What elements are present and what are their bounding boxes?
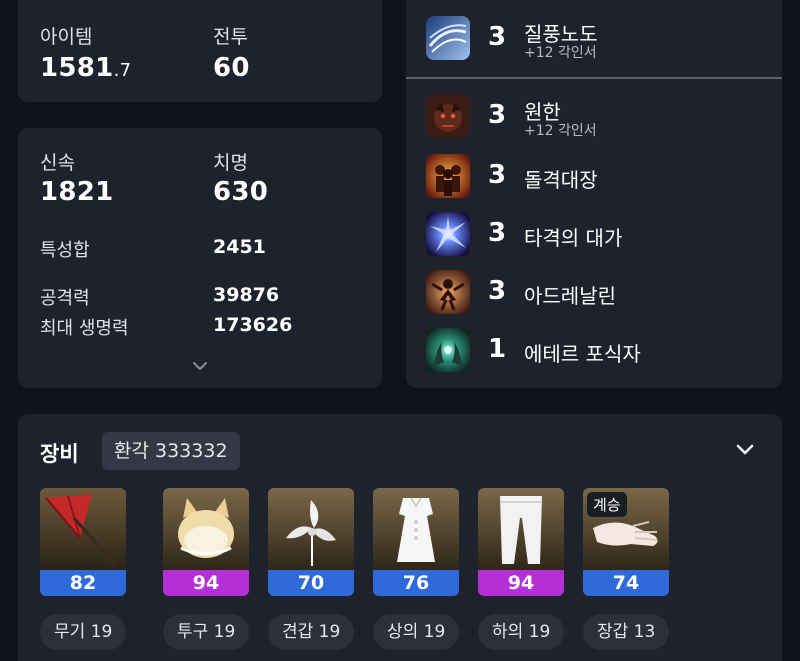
- equipment-label-pill: 견갑 19: [268, 614, 355, 650]
- parasol-weapon-icon: [40, 488, 126, 570]
- equipment-label-pill: 하의 19: [478, 614, 565, 650]
- gale-icon: [426, 16, 470, 60]
- hit-master-icon: [426, 212, 470, 256]
- max-hp-label: 최대 생명력: [40, 318, 129, 339]
- engraving-book: +12 각인서: [524, 123, 597, 139]
- engraving-row[interactable]: 3 질풍노도 +12 각인서: [426, 14, 766, 62]
- equipment-slot-gloves[interactable]: 계승 74: [583, 488, 669, 596]
- equipment-slot-helmet[interactable]: 94: [163, 488, 249, 596]
- equipment-slot-shoulder[interactable]: 70: [268, 488, 354, 596]
- quality-bar: 82: [40, 570, 126, 596]
- equipment-title: 장비: [40, 442, 79, 466]
- crit-label: 치명: [213, 152, 248, 174]
- swift-value: 1821: [40, 177, 114, 207]
- equipment-slot-weapon[interactable]: 82: [40, 488, 126, 596]
- equipment-label-pill: 장갑 13: [583, 614, 670, 650]
- chevron-down-icon[interactable]: [192, 360, 208, 372]
- equipment-slot-top[interactable]: 76: [373, 488, 459, 596]
- white-dress-icon: [373, 488, 459, 570]
- battle-level-block: 전투 60: [213, 22, 250, 83]
- engraving-name: 아드레날린: [524, 284, 616, 308]
- equipment-label-pill: 투구 19: [163, 614, 250, 650]
- engraving-book: +12 각인서: [524, 45, 597, 61]
- grudge-icon: [426, 94, 470, 138]
- item-level-label: 아이템: [40, 26, 93, 48]
- engraving-row[interactable]: 3 돌격대장: [426, 152, 766, 200]
- engravings-card: 3 질풍노도 +12 각인서 3 원한 +12 각인서 3 돌격대장 3 타격의…: [406, 0, 782, 388]
- succession-tag: 계승: [587, 492, 627, 517]
- engravings-divider: [406, 77, 782, 79]
- swift-block: 신속 1821: [40, 148, 114, 207]
- quality-bar: 76: [373, 570, 459, 596]
- crit-block: 치명 630: [213, 148, 268, 207]
- engraving-level: 3: [488, 22, 507, 52]
- engraving-level: 3: [488, 276, 507, 306]
- max-hp-value: 173626: [213, 314, 293, 336]
- quality-bar: 94: [478, 570, 564, 596]
- item-level-value: 1581.7: [40, 53, 131, 83]
- battle-level-label: 전투: [213, 26, 248, 48]
- engraving-level: 3: [488, 100, 507, 130]
- elixir-badge: 환각 333332: [102, 432, 240, 470]
- item-level-block: 아이템 1581.7: [40, 22, 131, 83]
- equipment-slot-pants[interactable]: 94: [478, 488, 564, 596]
- engraving-level: 3: [488, 218, 507, 248]
- equipment-label-pill: 상의 19: [373, 614, 460, 650]
- item-level-main: 1581: [40, 53, 114, 83]
- engraving-level: 3: [488, 160, 507, 190]
- ether-predator-icon: [426, 328, 470, 372]
- trait-sum-label: 특성합: [40, 240, 90, 261]
- item-level-card: 아이템 1581.7 전투 60: [18, 0, 382, 102]
- item-level-frac: .7: [113, 60, 132, 81]
- engraving-row[interactable]: 3 타격의 대가: [426, 210, 766, 258]
- stats-card: 신속 1821 치명 630 특성합 2451 공격력 39876 최대 생명력…: [18, 128, 382, 388]
- quality-bar: 94: [163, 570, 249, 596]
- fox-hood-icon: [163, 488, 249, 570]
- quality-bar: 74: [583, 570, 669, 596]
- engraving-name: 에테르 포식자: [524, 342, 641, 366]
- flower-shoulder-icon: [268, 488, 354, 570]
- quality-bar: 70: [268, 570, 354, 596]
- trait-sum-value: 2451: [213, 236, 266, 258]
- engraving-row[interactable]: 3 원한 +12 각인서: [426, 92, 766, 140]
- engraving-row[interactable]: 3 아드레날린: [426, 268, 766, 316]
- engraving-name: 돌격대장: [524, 168, 598, 192]
- engraving-name: 타격의 대가: [524, 226, 623, 250]
- adrenaline-icon: [426, 270, 470, 314]
- battle-level-value: 60: [213, 53, 250, 83]
- swift-label: 신속: [40, 152, 75, 174]
- chevron-down-icon[interactable]: [736, 444, 754, 456]
- attack-value: 39876: [213, 284, 280, 306]
- engraving-row[interactable]: 1 에테르 포식자: [426, 326, 766, 374]
- attack-label: 공격력: [40, 288, 90, 309]
- white-pants-icon: [478, 488, 564, 570]
- equipment-label-pill: 무기 19: [40, 614, 127, 650]
- crit-value: 630: [213, 177, 269, 207]
- equipment-card: 장비 환각 333332 82 무기 19 94 투구 19 70 견갑 19 …: [18, 414, 782, 661]
- raid-captain-icon: [426, 154, 470, 198]
- engraving-level: 1: [488, 334, 507, 364]
